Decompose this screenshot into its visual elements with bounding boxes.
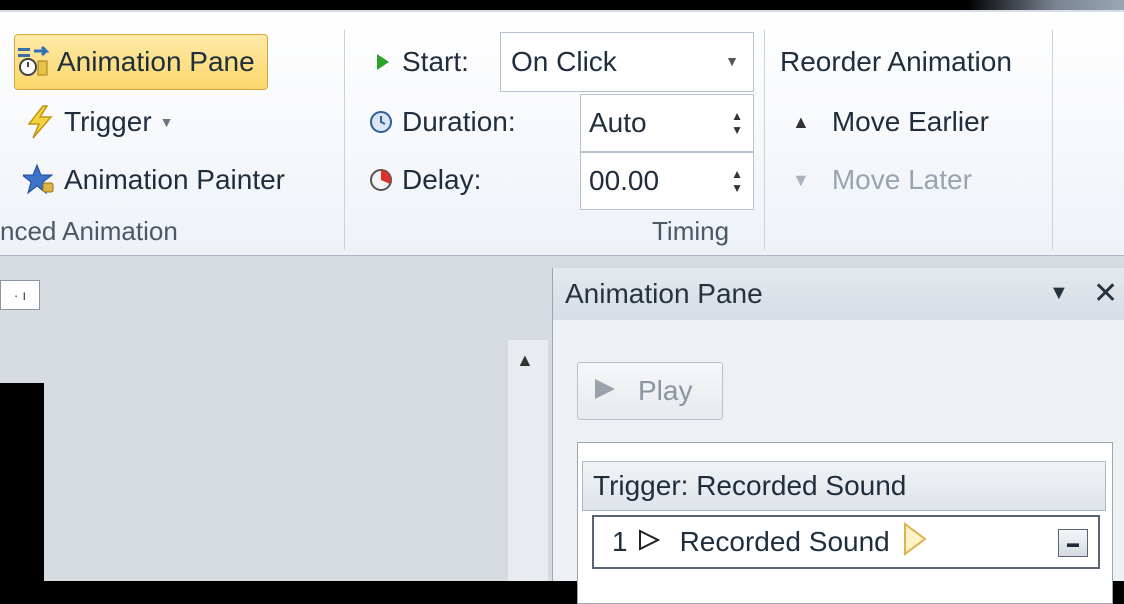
pane-title: Animation Pane	[565, 278, 763, 309]
lightning-icon	[22, 104, 58, 140]
move-later-button[interactable]: ▼ Move Later	[792, 158, 972, 202]
delay-value: 00.00	[589, 165, 660, 196]
close-icon[interactable]: ✕	[1093, 276, 1118, 311]
duration-value: Auto	[589, 107, 647, 138]
move-later-label: Move Later	[831, 164, 972, 195]
start-label: Start:	[402, 46, 469, 77]
animation-list-item[interactable]: 1 Recorded Sound ▬	[592, 515, 1100, 569]
vertical-scrollbar[interactable]: ▲	[508, 340, 548, 581]
reorder-animation-title: Reorder Animation	[780, 40, 1012, 84]
spin-arrows-icon[interactable]: ▲ ▼	[731, 95, 743, 151]
scroll-up-icon[interactable]: ▲	[516, 350, 534, 371]
duration-label: Duration:	[402, 106, 516, 137]
item-dropdown-button[interactable]: ▬	[1058, 529, 1088, 557]
ruler-marker-text: · ı	[13, 287, 27, 303]
reorder-title-text: Reorder Animation	[780, 46, 1012, 77]
trigger-button[interactable]: Trigger ▼	[22, 100, 174, 144]
group-separator	[344, 30, 345, 250]
animation-pane-button[interactable]: Animation Pane	[14, 34, 268, 90]
triangle-down-icon: ▼	[792, 169, 810, 190]
move-earlier-label: Move Earlier	[831, 106, 989, 137]
ruler-marker: · ı	[0, 280, 40, 310]
trigger-header-text: Trigger: Recorded Sound	[593, 470, 907, 501]
pane-menu-chevron-icon[interactable]: ▼	[1049, 282, 1069, 305]
duration-spinner[interactable]: Auto ▲ ▼	[580, 94, 754, 152]
delay-spinner[interactable]: 00.00 ▲ ▼	[580, 152, 754, 210]
animation-list: Trigger: Recorded Sound 1 Recorded Sound…	[577, 442, 1113, 604]
animation-pane: Animation Pane ▼ ✕ Play Trigger: Recorde…	[552, 268, 1124, 604]
star-brush-icon	[22, 162, 58, 198]
delay-label-row: Delay:	[366, 158, 481, 202]
chevron-down-icon: ▼	[725, 53, 739, 69]
window-title-strip	[0, 0, 1124, 10]
on-click-trigger-icon	[638, 526, 660, 558]
move-earlier-button[interactable]: ▲ Move Earlier	[792, 100, 989, 144]
timing-group-label: Timing	[652, 216, 730, 246]
animation-painter-label: Animation Painter	[64, 164, 286, 195]
play-icon	[594, 375, 616, 407]
clock-icon	[366, 104, 396, 140]
pane-body: Play Trigger: Recorded Sound 1 Recorded …	[553, 320, 1124, 604]
play-button[interactable]: Play	[577, 362, 723, 420]
start-dropdown[interactable]: On Click ▼	[500, 32, 754, 92]
animation-pane-icon	[15, 44, 51, 80]
start-value: On Click	[511, 46, 617, 77]
start-label-row: Start:	[370, 40, 469, 84]
animation-painter-button[interactable]: Animation Painter	[22, 158, 285, 202]
group-separator	[1052, 30, 1053, 250]
pane-title-bar: Animation Pane ▼ ✕	[553, 268, 1124, 320]
slide-thumbnail[interactable]	[0, 383, 44, 581]
group-separator	[764, 30, 765, 250]
chevron-down-icon: ▼	[159, 114, 174, 130]
play-label: Play	[638, 375, 693, 406]
triangle-up-icon: ▲	[792, 111, 810, 132]
play-icon	[370, 44, 396, 80]
media-play-icon	[902, 521, 928, 563]
ribbon-top-line	[0, 10, 1124, 12]
item-name: Recorded Sound	[679, 526, 890, 557]
delay-label: Delay:	[402, 164, 482, 195]
duration-label-row: Duration:	[366, 100, 516, 144]
delay-clock-icon	[366, 162, 396, 198]
advanced-animation-group-label: nced Animation	[0, 216, 178, 246]
trigger-header-row[interactable]: Trigger: Recorded Sound	[582, 461, 1106, 511]
chevron-down-icon: ▬	[1067, 536, 1079, 550]
animation-pane-label: Animation Pane	[57, 46, 255, 77]
item-number: 1	[612, 526, 628, 557]
trigger-label: Trigger	[64, 106, 152, 137]
spin-arrows-icon[interactable]: ▲ ▼	[731, 153, 743, 209]
